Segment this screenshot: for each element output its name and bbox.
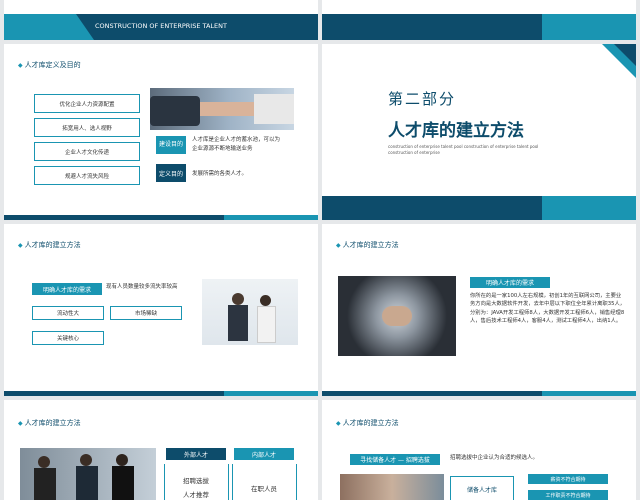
label-define-purpose: 定义目的 [156,164,186,182]
recruit-text: 招聘选拔中企业认为合适的候选人。 [450,455,539,461]
list-item: 规避人才流失风险 [34,166,140,185]
business-people-image [202,279,298,345]
list-item: 拓宽用人、选人视野 [34,118,140,137]
case-description: 你所在的是一家100人左右规模，初创1年的互联网公司，主要业务方向是大数据软件开… [470,293,626,325]
need-label: 明确人才库的需求 [32,283,102,295]
slide-thumbnail-2[interactable] [322,0,636,40]
handshake-image [150,88,294,130]
label-build-purpose: 建设目的 [156,136,186,154]
list-item: 优化企业人力资源配置 [34,94,140,113]
reserve-box: 储备人才库 [450,476,514,500]
reason-chip: 薪资不符合期待 [528,474,608,484]
slide-thumbnail-5[interactable]: 人才库的建立方法 明确人才库的需求 现有人员数量较多流失率较高 流动性大 市场稀… [4,224,318,396]
need-text: 现有人员数量较多流失率较高 [106,284,178,290]
reason-chip: 工作职责不符合期待 [528,490,608,500]
slide-thumbnail-3[interactable]: 人才库定义及目的 优化企业人力资源配置 拓宽用人、选人视野 企业人才文化传递 规… [4,44,318,220]
section-title: 人才库的建立方法 [18,418,81,428]
slide-thumbnail-4[interactable]: 第二部分 人才库的建立方法 construction of enterprise… [322,44,636,220]
slide-thumbnail-6[interactable]: 人才库的建立方法 明确人才库的需求 你所在的是一家100人左右规模，初创1年的互… [322,224,636,396]
part-number: 第二部分 [388,90,457,108]
column-item: 招聘选拔 [183,477,209,485]
tag-chip: 流动性大 [32,306,104,320]
column-item: 在职人员 [251,485,277,493]
need-label: 明确人才库的需求 [470,277,550,288]
section-title: 人才库的建立方法 [336,418,399,428]
column-head-internal: 内部人才 [234,448,294,460]
section-title: 人才库的建立方法 [336,240,399,250]
description-text: 人才库是企业人才的蓄水池，可以为企业源源不断地输送业务 [192,137,281,152]
section-title: 人才库定义及目的 [18,60,81,70]
recruit-label: 寻找储备人才 — 招聘选拔 [350,454,440,465]
slide-subtitle: construction of enterprise talent pool c… [388,144,539,155]
slide-thumbnail-1[interactable]: CONSTRUCTION OF ENTERPRISE TALENT [4,0,318,40]
team-photo-image [340,474,444,500]
tag-chip: 市场稀缺 [110,306,182,320]
description-text-2: 发展所需的各类人才。 [192,171,248,177]
tag-chip: 关键核心 [32,331,104,345]
slide-thumbnail-7[interactable]: 人才库的建立方法 外部人才 招聘选拔 人才推荐 内部人才 在职人员 [4,400,318,500]
slide-thumbnail-8[interactable]: 人才库的建立方法 寻找储备人才 — 招聘选拔 招聘选拔中企业认为合适的候选人。 … [322,400,636,500]
slide-banner-text: CONSTRUCTION OF ENTERPRISE TALENT [95,22,227,30]
office-people-image [20,448,156,500]
list-item: 企业人才文化传递 [34,142,140,161]
slide-title: 人才库的建立方法 [388,121,524,141]
team-hands-image [338,276,456,356]
column-item: 人才推荐 [183,491,209,499]
section-title: 人才库的建立方法 [18,240,81,250]
column-head-external: 外部人才 [166,448,226,460]
